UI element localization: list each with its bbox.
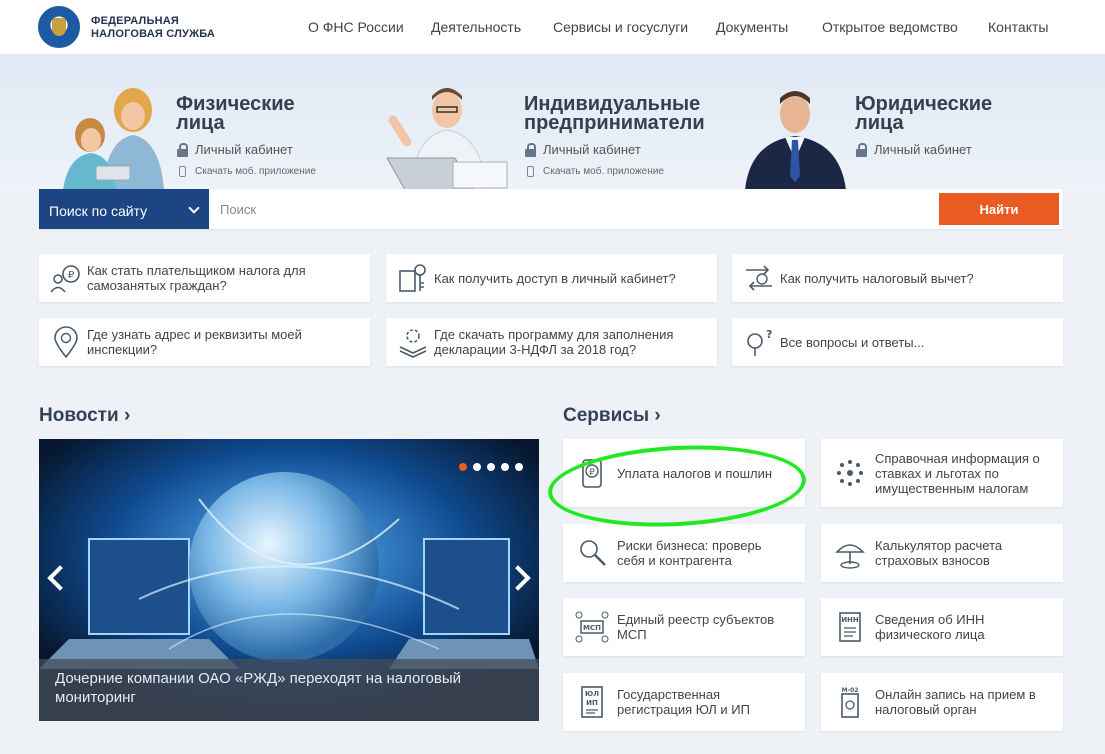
svg-text:₽: ₽ [68,270,75,281]
calculator-icon [835,544,865,569]
individuals-cabinet-link[interactable]: Личный кабинет [177,142,293,157]
individuals-photo [63,88,164,190]
lock-icon [856,142,867,157]
quick-link-self-employed[interactable]: ₽ Как стать плательщиком налога для само… [39,254,370,302]
services-heading[interactable]: Сервисы › [563,405,661,427]
appointment-icon: М-02 [841,687,859,718]
segment-entrepreneurs-title[interactable]: Индивидуальные предприниматели [524,94,705,133]
svg-text:ЮЛ: ЮЛ [585,690,599,698]
slider-dot-5[interactable] [515,463,523,471]
nav-about[interactable]: О ФНС России [308,19,404,35]
tax-deduction-icon [746,265,772,291]
nav-open-agency[interactable]: Открытое ведомство [822,19,958,35]
search-input[interactable] [210,189,930,229]
search-bar: Поиск по сайту Найти [39,189,1063,229]
legal-cabinet-link[interactable]: Личный кабинет [856,142,972,157]
service-online-appointment[interactable]: М-02 Онлайн запись на прием в налоговый … [821,673,1063,731]
svg-text:ИП: ИП [586,699,598,707]
news-caption[interactable]: Дочерние компании ОАО «РЖД» переходят на… [39,659,539,721]
quick-link-cabinet-access[interactable]: Как получить доступ в личный кабинет? [386,254,717,302]
business-risk-icon [580,540,606,566]
location-pin-icon [54,326,78,359]
svg-text:М-02: М-02 [842,687,859,694]
slider-dot-3[interactable] [487,463,495,471]
logo-text[interactable]: ФЕДЕРАЛЬНАЯ НАЛОГОВАЯ СЛУЖБА [91,15,215,41]
individuals-app-link[interactable]: Скачать моб. приложение [179,166,316,177]
service-msp-registry[interactable]: МСП Единый реестр субъектов МСП [563,598,805,656]
phone-icon [179,166,186,177]
inn-icon: ИНН [839,612,861,642]
nav-activity[interactable]: Деятельность [431,19,521,35]
quick-link-tax-deduction[interactable]: Как получить налоговый вычет? [732,254,1063,302]
download-program-icon [399,329,427,358]
lock-icon [525,142,536,157]
news-heading[interactable]: Новости › [39,405,130,427]
search-button[interactable]: Найти [939,193,1059,225]
news-slider[interactable]: Дочерние компании ОАО «РЖД» переходят на… [39,439,539,721]
service-business-risks[interactable]: Риски бизнеса: проверь себя и контрагент… [563,524,805,582]
slider-dots [459,463,523,471]
msp-registry-icon: МСП [575,611,609,643]
fns-emblem-icon[interactable] [38,6,80,48]
phone-icon [527,166,534,177]
service-property-tax-info[interactable]: Справочная информация о ставках и льгота… [821,439,1063,507]
question-icon: ? [747,328,772,356]
slider-dot-1[interactable] [459,463,467,471]
quick-link-inspection-address[interactable]: Где узнать адрес и реквизиты моей инспек… [39,318,370,366]
nav-documents[interactable]: Документы [716,19,788,35]
svg-text:?: ? [766,328,772,341]
site-header: ФЕДЕРАЛЬНАЯ НАЛОГОВАЯ СЛУЖБА О ФНС Росси… [0,0,1105,54]
registration-icon: ЮЛ ИП [581,686,603,718]
lock-icon [177,142,188,157]
svg-text:МСП: МСП [583,624,601,632]
slider-dot-4[interactable] [501,463,509,471]
quick-link-all-questions[interactable]: ? Все вопросы и ответы... [732,318,1063,366]
slider-dot-2[interactable] [473,463,481,471]
nav-services[interactable]: Сервисы и госуслуги [553,19,688,35]
nav-contacts[interactable]: Контакты [988,19,1048,35]
chevron-down-icon [188,202,200,214]
service-inn-info[interactable]: ИНН Сведения об ИНН физического лица [821,598,1063,656]
svg-text:ИНН: ИНН [841,616,859,624]
reference-info-icon [837,460,863,486]
segment-legal-title[interactable]: Юридические лица [855,94,992,133]
hero-banner: Физические лица Личный кабинет Скачать м… [0,54,1105,190]
entrepreneurs-photo [386,88,508,190]
quick-link-download-program[interactable]: Где скачать программу для заполнения дек… [386,318,717,366]
entrepreneurs-cabinet-link[interactable]: Личный кабинет [525,142,641,157]
service-insurance-calculator[interactable]: Калькулятор расчета страховых взносов [821,524,1063,582]
service-state-registration[interactable]: ЮЛ ИП Государственная регистрация ЮЛ и И… [563,673,805,731]
segment-individuals-title[interactable]: Физические лица [176,94,295,133]
self-employed-icon: ₽ [50,265,80,293]
entrepreneurs-app-link[interactable]: Скачать моб. приложение [527,166,664,177]
legal-entities-photo [745,91,846,190]
key-access-icon [399,264,426,292]
search-scope-select[interactable]: Поиск по сайту [39,189,209,229]
